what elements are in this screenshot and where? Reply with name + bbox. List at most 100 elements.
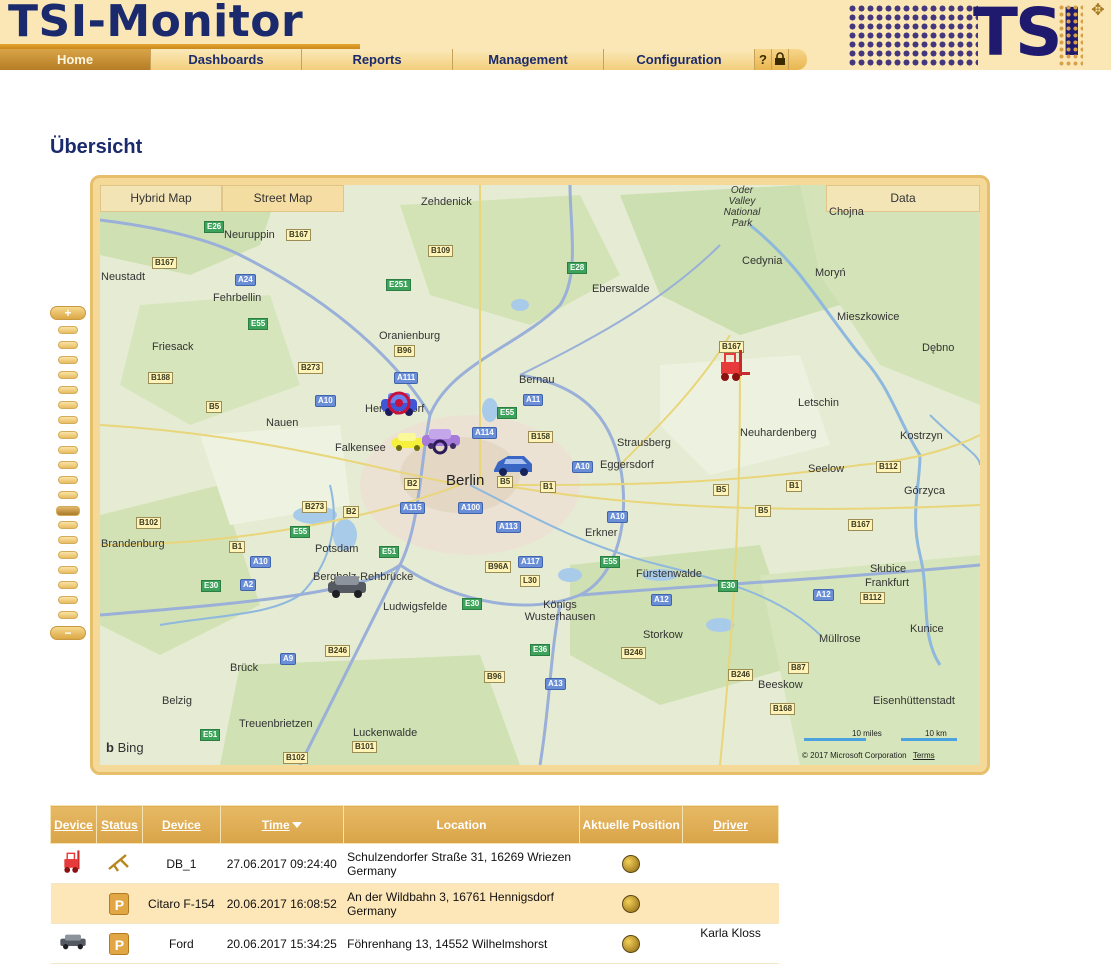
terms-link[interactable]: Terms: [913, 751, 935, 760]
place-label: Brandenburg: [101, 538, 165, 550]
road-shield: B168: [770, 703, 796, 715]
globe-icon[interactable]: [622, 894, 641, 913]
nav-tab-reports[interactable]: Reports: [302, 49, 453, 70]
zoom-level-step[interactable]: [58, 476, 78, 484]
help-icon[interactable]: ?: [755, 49, 772, 70]
road-shield: E55: [600, 556, 621, 568]
road-shield: E28: [567, 262, 588, 274]
road-shield: B112: [876, 461, 901, 473]
zoom-level-step[interactable]: [58, 596, 78, 604]
zoom-level-step[interactable]: [58, 536, 78, 544]
place-label: Königs Wusterhausen: [524, 599, 596, 623]
zoom-level-step[interactable]: [58, 461, 78, 469]
col-location: Location: [342, 805, 581, 844]
place-label: Nauen: [266, 417, 299, 429]
road-shield: A10: [572, 461, 593, 473]
zoom-level-step[interactable]: [58, 356, 78, 364]
road-shield: A114: [472, 427, 497, 439]
road-shield: B2: [343, 506, 360, 518]
zoom-level-step[interactable]: [58, 611, 78, 619]
road-shield: E26: [204, 221, 225, 233]
expand-icon[interactable]: ✥: [1088, 2, 1108, 20]
nav-tab-dashboards[interactable]: Dashboards: [151, 49, 302, 70]
place-label: Belzig: [162, 695, 192, 707]
time-cell: 27.06.2017 09:24:40: [220, 843, 344, 884]
scale-km: 10 km: [925, 729, 947, 738]
road-shield: B5: [755, 505, 772, 517]
zoom-level-step[interactable]: [58, 431, 78, 439]
zoom-level-step[interactable]: [58, 416, 78, 424]
zoom-level-step[interactable]: [58, 401, 78, 409]
map-frame: Hybrid Map Street Map Data Zehdenick Neu…: [90, 175, 990, 775]
col-time[interactable]: Time: [219, 805, 344, 844]
nav-tab-management[interactable]: Management: [453, 49, 604, 70]
col-driver[interactable]: Driver: [682, 805, 779, 844]
zoom-level-step[interactable]: [58, 581, 78, 589]
forklift-icon: [64, 850, 80, 873]
hybrid-map-button[interactable]: Hybrid Map: [100, 185, 222, 212]
col-position: Aktuelle Position: [579, 805, 684, 844]
road-shield: B2: [404, 478, 421, 490]
zoom-level-step[interactable]: [58, 341, 78, 349]
road-shield: E55: [290, 526, 311, 538]
driver-cell: Karla Kloss: [682, 923, 779, 964]
zoom-level-step[interactable]: [58, 491, 78, 499]
place-label: Neuruppin: [224, 229, 275, 241]
place-label: Beeskow: [758, 679, 803, 691]
place-label: Letschin: [798, 397, 839, 409]
street-map-button[interactable]: Street Map: [222, 185, 344, 212]
map-canvas[interactable]: Hybrid Map Street Map Data Zehdenick Neu…: [100, 185, 980, 765]
logo-dots: [848, 4, 978, 66]
table-row[interactable]: P Citaro F-154 20.06.2017 16:08:52 An de…: [50, 883, 779, 924]
place-label: Moryń: [815, 267, 846, 279]
zoom-slider[interactable]: + −: [50, 306, 86, 642]
col-device-icon[interactable]: Device: [50, 805, 97, 844]
zoom-level-step[interactable]: [58, 326, 78, 334]
globe-icon[interactable]: [622, 854, 641, 873]
zoom-out-button[interactable]: −: [50, 626, 86, 640]
globe-icon[interactable]: [622, 934, 641, 953]
place-label: Müllrose: [819, 633, 861, 645]
road-shield: E55: [497, 407, 518, 419]
device-icon-cell: [50, 923, 97, 964]
device-icon-cell: [50, 883, 97, 924]
road-shield: A111: [394, 372, 419, 384]
page-title: Übersicht: [50, 136, 143, 158]
location-cell: An der Wildbahn 3, 16761 Hennigsdorf Ger…: [343, 883, 580, 924]
zoom-in-button[interactable]: +: [50, 306, 86, 320]
lock-icon[interactable]: [772, 49, 789, 70]
road-shield: B96: [394, 345, 415, 357]
zoom-level-step[interactable]: [58, 521, 78, 529]
road-shield: E30: [718, 580, 739, 592]
zoom-level-step[interactable]: [58, 551, 78, 559]
col-status[interactable]: Status: [95, 805, 143, 844]
road-shield: B246: [728, 669, 754, 681]
device-table: Device Status Device Time Location Aktue…: [50, 805, 779, 964]
location-address: Föhrenhang 13, 14552 Wilhelmshorst: [347, 936, 548, 951]
location-address: An der Wildbahn 3, 16761 Hennigsdorf: [347, 889, 554, 904]
road-shield: B101: [352, 741, 378, 753]
driver-cell: [682, 883, 779, 924]
zoom-level-step[interactable]: [56, 506, 80, 516]
zoom-level-step[interactable]: [58, 566, 78, 574]
zoom-level-step[interactable]: [58, 386, 78, 394]
col-device[interactable]: Device: [141, 805, 221, 844]
place-label: Seelow: [808, 463, 845, 475]
parking-status-icon: P: [109, 892, 130, 915]
position-cell: [579, 923, 683, 964]
place-label: Potsdam: [315, 543, 359, 555]
map-copyright: © 2017 Microsoft Corporation Terms: [802, 751, 935, 760]
road-shield: E51: [379, 546, 400, 558]
table-row[interactable]: DB_1 27.06.2017 09:24:40 Schulzendorfer …: [50, 843, 779, 884]
nav-tab-configuration[interactable]: Configuration: [604, 49, 755, 70]
table-row[interactable]: P Ford 20.06.2017 15:34:25 Föhrenhang 13…: [50, 923, 779, 964]
zoom-level-step[interactable]: [58, 371, 78, 379]
place-label: Treuenbrietzen: [239, 718, 313, 730]
nav-tab-home[interactable]: Home: [0, 49, 151, 70]
app-title: TSI-Monitor: [8, 0, 304, 47]
place-label: Eggersdorf: [600, 459, 654, 471]
road-shield: B167: [286, 229, 312, 241]
zoom-level-step[interactable]: [58, 446, 78, 454]
device-name-cell: DB_1: [142, 843, 221, 884]
col-device-label: Device: [162, 817, 201, 832]
